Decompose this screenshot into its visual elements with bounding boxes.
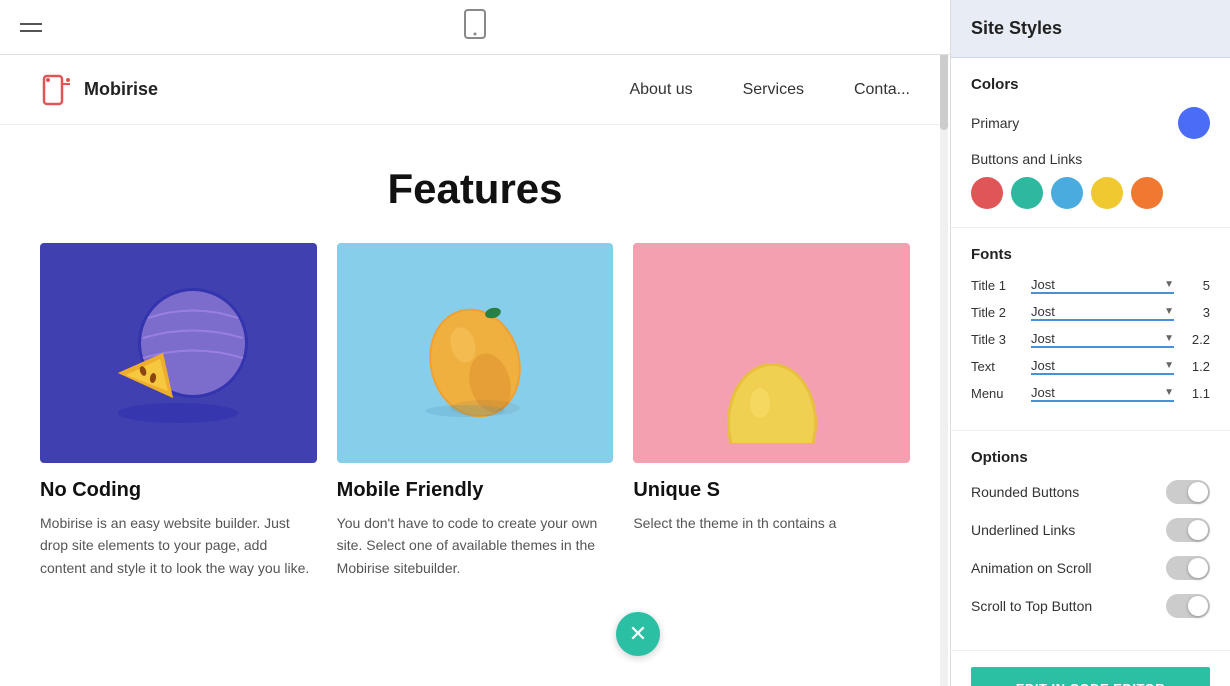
option-scroll-top: Scroll to Top Button (971, 594, 1210, 618)
font-size-title3: 2.2 (1174, 332, 1210, 347)
site-logo: Mobirise (40, 72, 158, 108)
font-label-text: Text (971, 359, 1031, 374)
animation-scroll-toggle[interactable] (1166, 556, 1210, 580)
font-row-title2: Title 2 Jost ▼ 3 (971, 304, 1210, 321)
font-select-text-title1: Jost (1031, 277, 1164, 292)
scrollbar[interactable] (940, 0, 948, 686)
underlined-links-toggle[interactable] (1166, 518, 1210, 542)
font-row-menu: Menu Jost ▼ 1.1 (971, 385, 1210, 402)
font-row-title1: Title 1 Jost ▼ 5 (971, 277, 1210, 294)
font-select-menu[interactable]: Jost ▼ (1031, 385, 1174, 402)
edit-code-button[interactable]: EDIT IN CODE EDITOR (971, 667, 1210, 686)
features-title: Features (40, 165, 910, 213)
font-dropdown-arrow-title3: ▼ (1164, 333, 1174, 344)
card-title-1: No Coding (40, 479, 317, 502)
colors-section-title: Colors (971, 76, 1210, 93)
primary-label: Primary (971, 115, 1019, 131)
font-select-title2[interactable]: Jost ▼ (1031, 304, 1174, 321)
menu-button[interactable] (20, 23, 42, 32)
nav-link-about[interactable]: About us (629, 81, 692, 99)
scroll-top-toggle[interactable] (1166, 594, 1210, 618)
font-select-text-title3: Jost (1031, 331, 1164, 346)
card-text-2: You don't have to code to create your ow… (337, 512, 614, 579)
feature-card-2: Mobile Friendly You don't have to code t… (337, 243, 614, 579)
card-text-3: Select the theme in th contains a (633, 512, 910, 534)
panel-title: Site Styles (951, 0, 1230, 58)
swatch-orange[interactable] (1131, 177, 1163, 209)
color-swatches (971, 177, 1210, 209)
nav-links: About us Services Conta... (629, 81, 910, 99)
font-size-menu: 1.1 (1174, 386, 1210, 401)
option-rounded-buttons: Rounded Buttons (971, 480, 1210, 504)
font-dropdown-arrow-title2: ▼ (1164, 306, 1174, 317)
font-row-title3: Title 3 Jost ▼ 2.2 (971, 331, 1210, 348)
font-size-text: 1.2 (1174, 359, 1210, 374)
fonts-section: Fonts Title 1 Jost ▼ 5 Title 2 Jost ▼ 3 … (951, 228, 1230, 431)
card-image-1 (40, 243, 317, 463)
font-label-title1: Title 1 (971, 278, 1031, 293)
font-select-title3[interactable]: Jost ▼ (1031, 331, 1174, 348)
font-select-title1[interactable]: Jost ▼ (1031, 277, 1174, 294)
swatch-teal[interactable] (1011, 177, 1043, 209)
nav-link-contact[interactable]: Conta... (854, 81, 910, 99)
font-select-text-menu: Jost (1031, 385, 1164, 400)
option-animation-scroll: Animation on Scroll (971, 556, 1210, 580)
font-dropdown-arrow-title1: ▼ (1164, 279, 1174, 290)
primary-color-swatch[interactable] (1178, 107, 1210, 139)
logo-text: Mobirise (84, 79, 158, 100)
underlined-links-label: Underlined Links (971, 522, 1075, 538)
font-select-text-title2: Jost (1031, 304, 1164, 319)
font-label-menu: Menu (971, 386, 1031, 401)
features-section: Features (0, 125, 950, 599)
colors-section: Colors Primary Buttons and Links (951, 58, 1230, 228)
font-row-text: Text Jost ▼ 1.2 (971, 358, 1210, 375)
primary-row: Primary (971, 107, 1210, 139)
font-size-title2: 3 (1174, 305, 1210, 320)
features-cards: No Coding Mobirise is an easy website bu… (40, 243, 910, 579)
option-underlined-links: Underlined Links (971, 518, 1210, 542)
fonts-section-title: Fonts (971, 246, 1210, 263)
buttons-links-label: Buttons and Links (971, 151, 1210, 167)
animation-scroll-label: Animation on Scroll (971, 560, 1092, 576)
font-select-text-text: Jost (1031, 358, 1164, 373)
site-navigation: Mobirise About us Services Conta... (0, 55, 950, 125)
card-title-2: Mobile Friendly (337, 479, 614, 502)
feature-card-3: Unique S Select the theme in th contains… (633, 243, 910, 579)
swatch-red[interactable] (971, 177, 1003, 209)
website-preview: Mobirise About us Services Conta... Feat… (0, 55, 950, 686)
font-label-title2: Title 2 (971, 305, 1031, 320)
scroll-top-label: Scroll to Top Button (971, 598, 1092, 614)
font-select-text[interactable]: Jost ▼ (1031, 358, 1174, 375)
card-text-1: Mobirise is an easy website builder. Jus… (40, 512, 317, 579)
font-dropdown-arrow-menu: ▼ (1164, 387, 1174, 398)
rounded-buttons-toggle[interactable] (1166, 480, 1210, 504)
toolbar (0, 0, 950, 55)
font-size-title1: 5 (1174, 278, 1210, 293)
rounded-buttons-label: Rounded Buttons (971, 484, 1079, 500)
device-icon[interactable] (463, 9, 487, 46)
nav-link-services[interactable]: Services (743, 81, 804, 99)
close-button[interactable]: ✕ (616, 612, 660, 656)
feature-card-1: No Coding Mobirise is an easy website bu… (40, 243, 317, 579)
font-label-title3: Title 3 (971, 332, 1031, 347)
swatch-blue[interactable] (1051, 177, 1083, 209)
card-image-2 (337, 243, 614, 463)
options-section: Options Rounded Buttons Underlined Links… (951, 431, 1230, 651)
card-title-3: Unique S (633, 479, 910, 502)
options-section-title: Options (971, 449, 1210, 466)
site-styles-panel: Site Styles Colors Primary Buttons and L… (950, 0, 1230, 686)
font-dropdown-arrow-text: ▼ (1164, 360, 1174, 371)
swatch-yellow[interactable] (1091, 177, 1123, 209)
card-image-3 (633, 243, 910, 463)
